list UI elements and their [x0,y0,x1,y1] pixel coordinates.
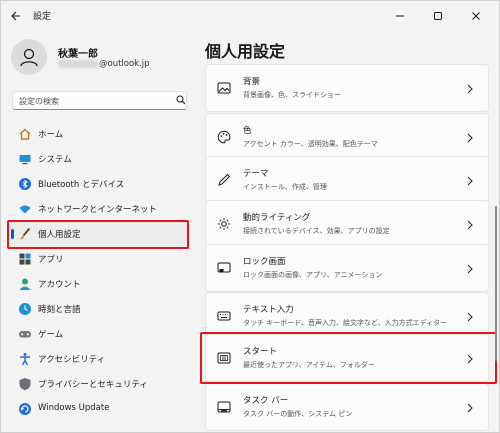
card-title: テキスト入力 [243,305,294,315]
person-icon [20,48,38,67]
card-lock-screen[interactable]: ロック画面 ロック画面の画像、アプリ、アニメーション [205,244,489,292]
account-icon [18,277,32,291]
update-icon [18,402,32,416]
time-language-icon [18,302,32,316]
profile-email: @outlook.jp [58,59,150,69]
title-bar: 設定 [1,1,499,31]
close-icon [472,12,480,20]
bluetooth-icon [18,177,32,191]
sidebar-item-label: ホーム [38,130,64,140]
lighting-icon [216,216,232,232]
card-description: ロック画面の画像、アプリ、アニメーション [243,271,383,279]
avatar[interactable] [11,39,47,75]
card-title: ロック画面 [243,257,286,267]
app-title: 設定 [33,12,52,22]
sidebar-item-label: アクセシビリティ [38,355,106,365]
card-title: 色 [243,126,252,136]
card-title: 動的ライティング [243,213,311,223]
sidebar-item-label: ネットワークとインターネット [38,205,158,215]
pen-icon [216,172,232,188]
minimize-icon [396,15,404,17]
card-title: 背景 [243,77,261,87]
card-taskbar[interactable]: タスク バー タスク バーの動作、システム ピン [205,383,489,431]
card-themes[interactable]: テーマ インストール、作成、管理 [205,156,489,204]
sidebar-item-windows-update[interactable]: Windows Update [9,397,187,421]
accessibility-icon [18,352,32,366]
sidebar-item-label: システム [38,155,72,165]
card-description: 背景画像、色、スライドショー [243,91,341,99]
card-background[interactable]: 背景 背景画像、色、スライドショー [205,64,489,112]
maximize-button[interactable] [419,1,457,31]
sidebar-item-label: アプリ [38,255,64,265]
chevron-right-icon [467,264,473,274]
sidebar-item-gaming[interactable]: ゲーム [9,322,187,346]
image-icon [216,80,232,96]
sidebar-item-label: ゲーム [38,330,64,340]
back-button[interactable] [7,7,25,25]
chevron-right-icon [467,220,473,230]
search-box[interactable] [12,91,187,110]
sidebar-item-label: Windows Update [38,403,110,413]
profile-email-suffix: @outlook.jp [99,59,150,69]
chevron-right-icon [467,312,473,322]
sidebar-item-label: 時刻と言語 [38,305,81,315]
profile-name: 秋葉一郎 [58,49,98,60]
card-description: タッチ キーボード、音声入力、絵文字など、入力方式エディター [243,319,448,327]
sidebar-item-apps[interactable]: アプリ [9,247,187,271]
sidebar-item-privacy-security[interactable]: プライバシーとセキュリティ [9,372,187,396]
sidebar-item-bluetooth[interactable]: Bluetooth とデバイス [9,172,187,196]
page-title: 個人用設定 [205,42,286,61]
chevron-right-icon [467,133,473,143]
card-title: タスク バー [243,396,289,406]
chevron-right-icon [467,84,473,94]
scrollbar[interactable] [495,206,497,361]
sidebar-item-home[interactable]: ホーム [9,122,187,146]
shield-icon [18,377,32,391]
chevron-right-icon [467,176,473,186]
sidebar-item-accounts[interactable]: アカウント [9,272,187,296]
sidebar-item-label: プライバシーとセキュリティ [38,380,148,390]
highlight-box-start [200,332,497,384]
card-dynamic-lighting[interactable]: 動的ライティング 接続されているデバイス、効果、アプリの設定 [205,200,489,248]
gaming-icon [18,327,32,341]
keyboard-icon [216,308,232,324]
card-title: テーマ [243,169,269,179]
close-button[interactable] [457,1,495,31]
taskbar-icon [216,399,232,415]
card-description: インストール、作成、管理 [243,183,327,191]
card-description: 接続されているデバイス、効果、アプリの設定 [243,227,390,235]
sidebar-item-system[interactable]: システム [9,147,187,171]
back-arrow-icon [11,11,20,21]
card-description: タスク バーの動作、システム ピン [243,410,353,418]
settings-window: 設定 秋葉一郎 @outlook.jp ホーム [0,0,500,433]
card-description: アクセント カラー、透明効果、配色テーマ [243,140,378,148]
sidebar-item-label: アカウント [38,280,81,290]
maximize-icon [434,12,442,20]
search-icon[interactable] [176,95,186,105]
chevron-right-icon [467,403,473,413]
sidebar-item-label: Bluetooth とデバイス [38,180,125,190]
search-input[interactable] [19,95,169,107]
email-redaction [58,60,98,68]
system-icon [18,152,32,166]
sidebar-item-accessibility[interactable]: アクセシビリティ [9,347,187,371]
palette-icon [216,129,232,145]
sidebar-item-time-language[interactable]: 時刻と言語 [9,297,187,321]
card-colors[interactable]: 色 アクセント カラー、透明効果、配色テーマ [205,113,489,161]
sidebar-item-network[interactable]: ネットワークとインターネット [9,197,187,221]
network-icon [18,202,32,216]
highlight-box-personalization [7,220,189,249]
minimize-button[interactable] [381,1,419,31]
apps-icon [18,252,32,266]
home-icon [18,127,32,141]
lock-screen-icon [216,260,232,276]
